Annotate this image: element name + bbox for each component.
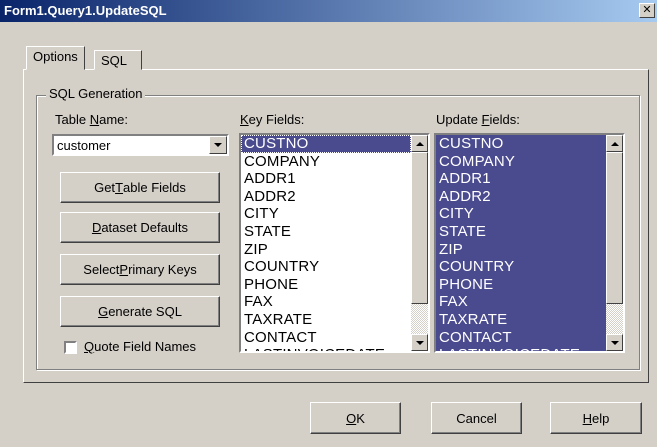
list-item[interactable]: LASTINVOICEDATE [241, 346, 411, 351]
update-fields-label: Update Fields: [436, 112, 520, 127]
chevron-down-icon [214, 143, 222, 147]
list-item[interactable]: ADDR2 [436, 188, 606, 206]
scroll-thumb[interactable] [606, 152, 623, 304]
list-item[interactable]: STATE [241, 223, 411, 241]
list-item[interactable]: COMPANY [436, 153, 606, 171]
table-name-value: customer [57, 138, 111, 153]
key-fields-items: CUSTNO COMPANY ADDR1 ADDR2 CITY STATE ZIP COUNT… [241, 135, 411, 351]
tab-sql-label: SQL [101, 53, 128, 68]
chevron-down-icon [610, 340, 619, 345]
table-name-combo[interactable]: customer [52, 134, 229, 156]
list-item[interactable]: CUSTNO [241, 135, 411, 153]
list-item[interactable]: FAX [436, 293, 606, 311]
chevron-down-icon [415, 340, 424, 345]
window-title: Form1.Query1.UpdateSQL [4, 3, 167, 18]
tab-sql[interactable]: SQL [94, 50, 143, 70]
key-fields-listbox[interactable]: CUSTNO COMPANY ADDR1 ADDR2 CITY STATE ZIP COUNT… [239, 133, 430, 353]
ok-button[interactable]: OK [310, 402, 401, 434]
list-item[interactable]: LASTINVOICEDATE [436, 346, 606, 351]
update-fields-items: CUSTNO COMPANY ADDR1 ADDR2 CITY STATE ZIP COUNT… [436, 135, 606, 351]
list-item[interactable]: COUNTRY [436, 258, 606, 276]
close-button[interactable]: ✕ [639, 3, 655, 18]
list-item[interactable]: TAXRATE [241, 311, 411, 329]
chevron-up-icon [610, 141, 619, 146]
tab-options-label: Options [33, 49, 78, 64]
scroll-down-button[interactable] [606, 334, 623, 351]
list-item[interactable]: FAX [241, 293, 411, 311]
list-item[interactable]: PHONE [436, 276, 606, 294]
select-primary-keys-button[interactable]: Select Primary Keys [60, 254, 220, 285]
list-item[interactable]: CONTACT [436, 329, 606, 347]
list-item[interactable]: TAXRATE [436, 311, 606, 329]
tab-options[interactable]: Options [26, 46, 85, 70]
update-fields-scrollbar[interactable] [606, 135, 623, 351]
list-item[interactable]: CITY [241, 205, 411, 223]
list-item[interactable]: PHONE [241, 276, 411, 294]
list-item[interactable]: COUNTRY [241, 258, 411, 276]
dataset-defaults-button[interactable]: Dataset Defaults [60, 212, 220, 243]
scroll-down-button[interactable] [411, 334, 428, 351]
quote-field-names-label[interactable]: Quote Field Names [84, 339, 196, 354]
scroll-up-button[interactable] [411, 135, 428, 152]
cancel-button[interactable]: Cancel [431, 402, 522, 434]
help-button[interactable]: Help [550, 402, 642, 434]
group-title: SQL Generation [46, 86, 146, 101]
list-item[interactable]: CUSTNO [436, 135, 606, 153]
list-item[interactable]: ADDR1 [436, 170, 606, 188]
list-item[interactable]: STATE [436, 223, 606, 241]
scroll-up-button[interactable] [606, 135, 623, 152]
list-item[interactable]: COMPANY [241, 153, 411, 171]
chevron-up-icon [415, 141, 424, 146]
list-item[interactable]: CITY [436, 205, 606, 223]
quote-field-names-checkbox[interactable] [64, 341, 77, 354]
key-fields-label: Key Fields: [240, 112, 305, 127]
list-item[interactable]: ZIP [241, 241, 411, 259]
list-item[interactable]: ADDR2 [241, 188, 411, 206]
list-item[interactable]: CONTACT [241, 329, 411, 347]
close-icon: ✕ [642, 4, 652, 16]
generate-sql-button[interactable]: Generate SQL [60, 296, 220, 327]
combo-dropdown-button[interactable] [209, 136, 227, 154]
list-item[interactable]: ZIP [436, 241, 606, 259]
get-table-fields-button[interactable]: Get Table Fields [60, 172, 220, 203]
title-bar: Form1.Query1.UpdateSQL ✕ [0, 0, 657, 22]
update-fields-listbox[interactable]: CUSTNO COMPANY ADDR1 ADDR2 CITY STATE ZIP COUNT… [434, 133, 625, 353]
key-fields-scrollbar[interactable] [411, 135, 428, 351]
list-item[interactable]: ADDR1 [241, 170, 411, 188]
table-name-label: Table Name: [55, 112, 128, 127]
scroll-thumb[interactable] [411, 152, 428, 304]
